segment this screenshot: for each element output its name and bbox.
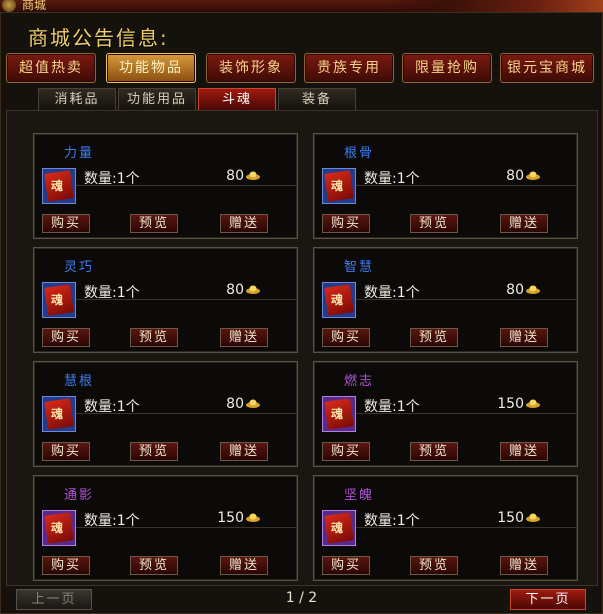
- item-quantity: 数量:1个: [84, 171, 140, 187]
- item-card: 根骨魂 数量:1个 80 购买 预览 赠送: [313, 133, 578, 239]
- emblem-icon: [2, 0, 16, 12]
- notice-title: 商城公告信息:: [28, 26, 169, 50]
- soul-glyph: 魂: [331, 293, 344, 307]
- category-tab-functional[interactable]: 功能物品: [106, 53, 196, 83]
- preview-button[interactable]: 预览: [410, 556, 458, 575]
- subtab-functional-goods[interactable]: 功能用品: [118, 88, 196, 111]
- gold-ingot-icon: [526, 399, 540, 408]
- category-tab-noble[interactable]: 贵族专用: [304, 53, 394, 83]
- item-card: 通影魂 数量:1个 150 购买 预览 赠送: [33, 475, 298, 581]
- soul-glyph: 魂: [51, 521, 64, 535]
- item-name: 力量: [64, 146, 95, 161]
- preview-button[interactable]: 预览: [130, 442, 178, 461]
- item-quantity: 数量:1个: [84, 399, 140, 415]
- gift-button[interactable]: 赠送: [220, 214, 268, 233]
- titlebar-decoration: [383, 0, 603, 12]
- item-name: 根骨: [344, 146, 375, 161]
- buy-button[interactable]: 购买: [322, 442, 370, 461]
- item-card: 慧根魂 数量:1个 80 购买 预览 赠送: [33, 361, 298, 467]
- soul-item-icon[interactable]: 魂: [322, 510, 356, 546]
- preview-button[interactable]: 预览: [130, 214, 178, 233]
- buy-button[interactable]: 购买: [322, 328, 370, 347]
- item-price: 80: [226, 168, 244, 184]
- gift-button[interactable]: 赠送: [500, 556, 548, 575]
- gift-button[interactable]: 赠送: [500, 328, 548, 347]
- item-price: 80: [226, 282, 244, 298]
- item-panel: 力量魂数量:1个 80 购买 预览 赠送 根骨魂数量:1个 80 购买 预览 赠送 灵巧魂数量:1个…: [6, 110, 598, 586]
- soul-item-icon[interactable]: 魂: [42, 282, 76, 318]
- item-price: 150: [497, 396, 524, 412]
- soul-glyph: 魂: [51, 179, 64, 193]
- soul-glyph: 魂: [331, 521, 344, 535]
- item-quantity: 数量:1个: [364, 399, 420, 415]
- gift-button[interactable]: 赠送: [220, 556, 268, 575]
- item-card: 坚魄魂 数量:1个 150 购买 预览 赠送: [313, 475, 578, 581]
- next-page-button[interactable]: 下一页: [510, 589, 586, 610]
- item-quantity: 数量:1个: [364, 285, 420, 301]
- item-name: 燃志: [344, 374, 375, 389]
- gold-ingot-icon: [526, 171, 540, 180]
- gold-ingot-icon: [246, 171, 260, 180]
- item-quantity: 数量:1个: [84, 513, 140, 529]
- item-price: 80: [506, 168, 524, 184]
- category-tab-hot[interactable]: 超值热卖: [6, 53, 96, 83]
- gift-button[interactable]: 赠送: [220, 328, 268, 347]
- item-quantity: 数量:1个: [364, 513, 420, 529]
- item-name: 通影: [64, 488, 95, 503]
- buy-button[interactable]: 购买: [42, 328, 90, 347]
- soul-item-icon[interactable]: 魂: [42, 510, 76, 546]
- gift-button[interactable]: 赠送: [500, 214, 548, 233]
- preview-button[interactable]: 预览: [410, 442, 458, 461]
- soul-glyph: 魂: [51, 293, 64, 307]
- gold-ingot-icon: [246, 399, 260, 408]
- soul-item-icon[interactable]: 魂: [42, 396, 76, 432]
- gold-ingot-icon: [526, 513, 540, 522]
- buy-button[interactable]: 购买: [42, 214, 90, 233]
- item-name: 慧根: [64, 374, 95, 389]
- buy-button[interactable]: 购买: [322, 556, 370, 575]
- item-card: 灵巧魂 数量:1个 80 购买 预览 赠送: [33, 247, 298, 353]
- gold-ingot-icon: [246, 285, 260, 294]
- gift-button[interactable]: 赠送: [220, 442, 268, 461]
- item-name: 灵巧: [64, 260, 95, 275]
- buy-button[interactable]: 购买: [42, 556, 90, 575]
- buy-button[interactable]: 购买: [322, 214, 370, 233]
- soul-item-icon[interactable]: 魂: [322, 396, 356, 432]
- item-quantity: 数量:1个: [364, 171, 420, 187]
- item-name: 坚魄: [344, 488, 375, 503]
- subtab-douhun[interactable]: 斗魂: [198, 88, 276, 111]
- preview-button[interactable]: 预览: [130, 328, 178, 347]
- gift-button[interactable]: 赠送: [500, 442, 548, 461]
- category-tab-limited[interactable]: 限量抢购: [402, 53, 492, 83]
- preview-button[interactable]: 预览: [410, 214, 458, 233]
- preview-button[interactable]: 预览: [130, 556, 178, 575]
- item-quantity: 数量:1个: [84, 285, 140, 301]
- subtab-consumables[interactable]: 消耗品: [38, 88, 116, 111]
- soul-item-icon[interactable]: 魂: [322, 168, 356, 204]
- item-price: 80: [506, 282, 524, 298]
- category-tab-decoration[interactable]: 装饰形象: [206, 53, 296, 83]
- subtab-equipment[interactable]: 装备: [278, 88, 356, 111]
- category-tab-silver-shop[interactable]: 银元宝商城: [500, 53, 594, 83]
- item-card: 燃志魂 数量:1个 150 购买 预览 赠送: [313, 361, 578, 467]
- item-price: 80: [226, 396, 244, 412]
- item-card: 力量魂 数量:1个 80 购买 预览 赠送: [33, 133, 298, 239]
- soul-item-icon[interactable]: 魂: [42, 168, 76, 204]
- gold-ingot-icon: [526, 285, 540, 294]
- item-name: 智慧: [344, 260, 375, 275]
- soul-glyph: 魂: [331, 179, 344, 193]
- soul-item-icon[interactable]: 魂: [322, 282, 356, 318]
- item-price: 150: [217, 510, 244, 526]
- item-price: 150: [497, 510, 524, 526]
- category-tabs: 超值热卖 功能物品 装饰形象 贵族专用 限量抢购 银元宝商城: [6, 53, 600, 83]
- buy-button[interactable]: 购买: [42, 442, 90, 461]
- soul-glyph: 魂: [331, 407, 344, 421]
- preview-button[interactable]: 预览: [410, 328, 458, 347]
- item-card: 智慧魂 数量:1个 80 购买 预览 赠送: [313, 247, 578, 353]
- gold-ingot-icon: [246, 513, 260, 522]
- soul-glyph: 魂: [51, 407, 64, 421]
